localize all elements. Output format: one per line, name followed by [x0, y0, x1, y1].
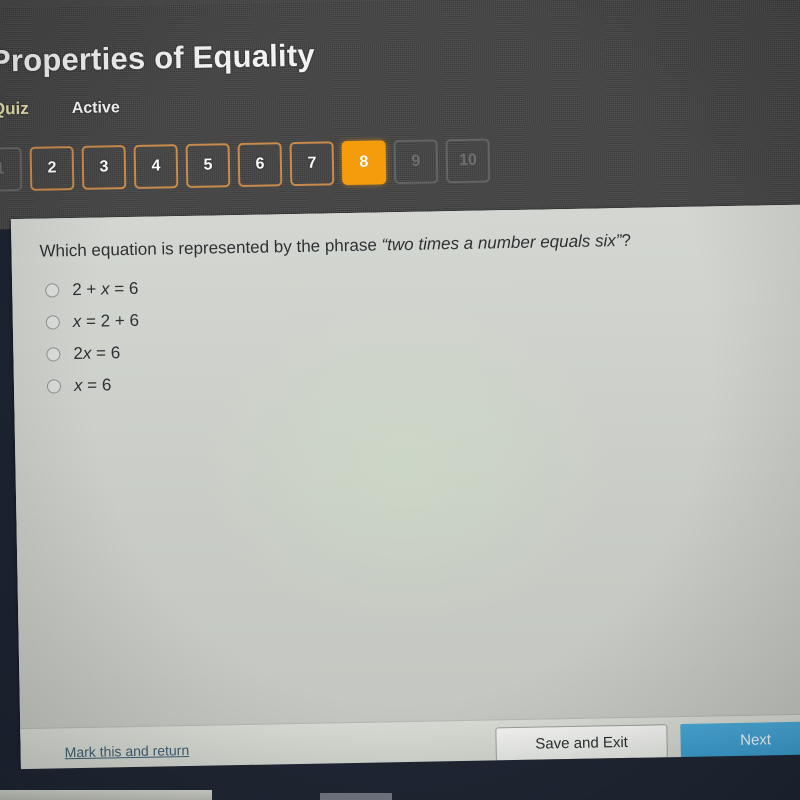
answer-option-label: 2 + x = 6 [72, 278, 139, 300]
question-nav-button-5[interactable]: 5 [185, 143, 231, 188]
question-nav-button-3[interactable]: 3 [81, 145, 127, 190]
bottom-bezel-accent [320, 793, 392, 800]
question-nav-button-7[interactable]: 7 [289, 141, 335, 187]
question-prompt-quote: “two times a number equals six” [381, 230, 622, 255]
answer-option[interactable]: x = 6 [46, 375, 141, 397]
question-nav-button-9: 9 [393, 139, 439, 185]
question-prompt-after: ? [621, 230, 632, 250]
quiz-status-label: Active [71, 99, 120, 118]
question-nav-button-10: 10 [445, 138, 491, 184]
question-nav-button-2[interactable]: 2 [29, 146, 75, 191]
question-nav-button-6[interactable]: 6 [237, 142, 283, 188]
answer-options[interactable]: 2 + x = 6 x = 2 + 6 2x = 6 x = 6 [45, 279, 140, 397]
question-prompt-before: Which equation is represented by the phr… [39, 235, 382, 261]
radio-button-icon[interactable] [45, 315, 60, 330]
question-nav-button-8[interactable]: 8 [341, 140, 387, 186]
save-and-exit-button[interactable]: Save and Exit [495, 724, 668, 762]
question-sheet: Which equation is represented by the phr… [10, 204, 800, 782]
quiz-meta-row: Quiz Active [0, 97, 120, 119]
radio-button-icon[interactable] [46, 347, 61, 362]
answer-option[interactable]: x = 2 + 6 [45, 310, 140, 333]
radio-button-icon[interactable] [45, 283, 60, 298]
next-button[interactable]: Next [680, 721, 800, 758]
radio-button-icon[interactable] [46, 379, 62, 394]
page-title: Properties of Equality [0, 37, 316, 79]
bottom-bezel-bar [0, 790, 212, 800]
answer-option-label: x = 6 [73, 375, 112, 396]
quiz-screen: Properties of Equality Quiz Active 12345… [0, 0, 800, 800]
answer-option-label: x = 2 + 6 [72, 310, 140, 332]
answer-option[interactable]: 2 + x = 6 [45, 279, 139, 301]
question-number-nav[interactable]: 1 2 3 4 5 6 7 8 9 10 [0, 138, 491, 192]
question-nav-button-1: 1 [0, 146, 23, 192]
question-nav-button-4[interactable]: 4 [133, 144, 179, 189]
quiz-kind-label: Quiz [0, 98, 29, 119]
photo-of-screen: Properties of Equality Quiz Active 12345… [0, 0, 800, 800]
question-prompt: Which equation is represented by the phr… [39, 227, 800, 263]
answer-option-label: 2x = 6 [73, 343, 121, 364]
answer-option[interactable]: 2x = 6 [46, 343, 140, 365]
mark-this-and-return-link[interactable]: Mark this and return [65, 742, 190, 760]
quiz-header: Properties of Equality Quiz Active 12345… [0, 0, 800, 230]
